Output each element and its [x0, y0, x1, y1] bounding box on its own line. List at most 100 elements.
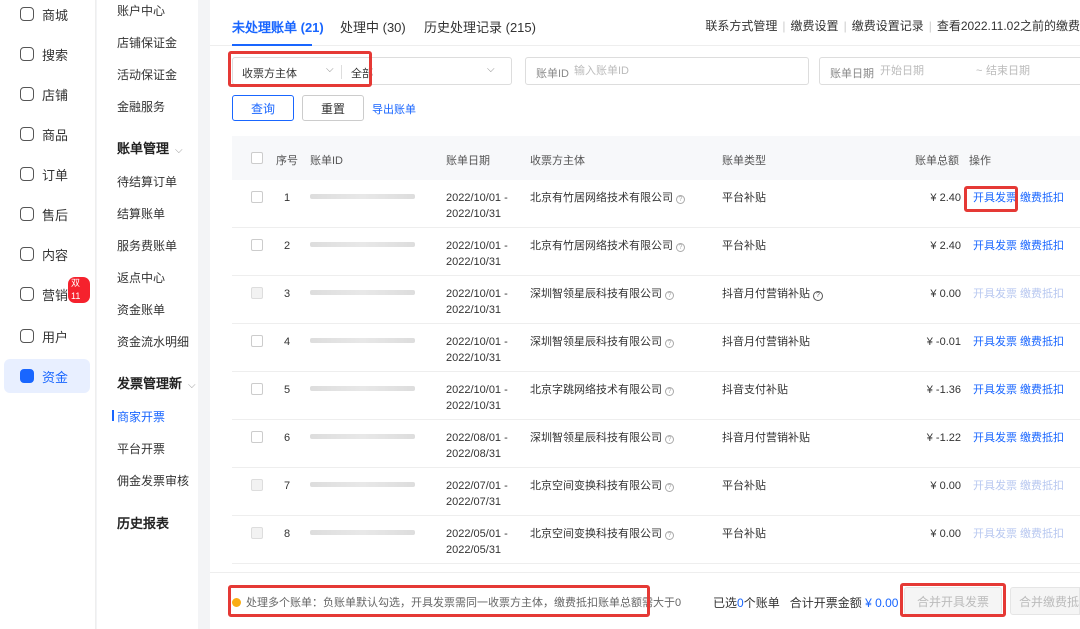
total-value: ¥ 0.00 — [865, 596, 899, 610]
payment-deduct-link[interactable]: 缴费抵扣 — [1020, 430, 1064, 446]
subnav-group-bills[interactable]: 账单管理 ⌵ — [117, 138, 183, 157]
row-payee: 深圳智领星辰科技有限公司? — [530, 430, 674, 446]
info-icon[interactable]: ? — [676, 195, 685, 204]
payment-deduct-link[interactable]: 缴费抵扣 — [1020, 238, 1064, 254]
payment-deduct-link[interactable]: 缴费抵扣 — [1020, 190, 1064, 206]
content-icon — [20, 247, 34, 261]
payment-deduct-link[interactable]: 缴费抵扣 — [1020, 478, 1064, 494]
subnav-invoice-item-2[interactable]: 佣金发票审核 — [117, 472, 189, 489]
bill-date-range[interactable]: 账单日期 ~ — [819, 57, 1080, 85]
nav-item-4[interactable]: 订单 — [4, 157, 90, 191]
store-icon — [20, 7, 34, 21]
tab-history[interactable]: 历史处理记录 (215) — [424, 17, 536, 36]
subnav-bill-item-2[interactable]: 服务费账单 — [117, 237, 177, 254]
row-checkbox[interactable] — [251, 431, 263, 443]
nav-item-3[interactable]: 商品 — [4, 117, 90, 151]
subnav-invoice-item-0[interactable]: 商家开票 — [111, 408, 165, 425]
query-button[interactable]: 查询 — [232, 95, 294, 121]
tab-processing[interactable]: 处理中 (30) — [340, 17, 406, 36]
chevron-down-icon: ⌵ — [188, 380, 196, 391]
issue-invoice-link[interactable]: 开具发票 — [973, 478, 1017, 494]
nav-item-6[interactable]: 内容 — [4, 237, 90, 271]
nav-item-label: 用户 — [42, 329, 69, 345]
issue-invoice-link[interactable]: 开具发票 — [973, 382, 1017, 398]
row-payee: 北京字跳网络技术有限公司? — [530, 382, 674, 398]
subnav-item-2[interactable]: 活动保证金 — [117, 66, 177, 83]
subnav-bill-item-3[interactable]: 返点中心 — [117, 269, 165, 286]
row-checkbox[interactable] — [251, 191, 263, 203]
link-contact-manage[interactable]: 联系方式管理 — [705, 19, 777, 33]
subnav-invoice-item-1[interactable]: 平台开票 — [117, 440, 165, 457]
nav-item-1[interactable]: 搜索 — [4, 37, 90, 71]
info-icon[interactable]: ? — [665, 339, 674, 348]
row-amount: ¥ 2.40 — [930, 192, 961, 204]
search-icon — [20, 47, 34, 61]
info-icon[interactable]: ? — [676, 243, 685, 252]
row-bill-date: 2022/10/01 - 2022/10/31 — [446, 336, 508, 364]
subnav-item-0[interactable]: 账户中心 — [117, 2, 165, 19]
subnav-bill-item-5[interactable]: 资金流水明细 — [117, 333, 189, 350]
nav-item-7[interactable]: 营销 双11 — [4, 277, 90, 311]
subnav-bill-item-0[interactable]: 待结算订单 — [117, 173, 177, 190]
subnav-group-history[interactable]: 历史报表 — [117, 513, 169, 532]
subnav-group-invoice[interactable]: 发票管理新 ⌵ — [117, 373, 196, 392]
product-icon — [20, 127, 34, 141]
funds-icon — [20, 369, 34, 383]
reset-button[interactable]: 重置 — [302, 95, 364, 121]
export-bills-link[interactable]: 导出账单 — [372, 101, 416, 117]
tab-unprocessed[interactable]: 未处理账单 (21) — [232, 17, 324, 36]
row-checkbox[interactable] — [251, 335, 263, 347]
payment-deduct-link[interactable]: 缴费抵扣 — [1020, 334, 1064, 350]
row-bill-date: 2022/05/01 - 2022/05/31 — [446, 528, 508, 556]
nav-item-label: 订单 — [42, 167, 69, 183]
row-bill-type: 平台补贴 — [722, 192, 766, 204]
total-label: 合计开票金额 — [789, 596, 862, 610]
row-index: 3 — [284, 288, 291, 300]
issue-invoice-link[interactable]: 开具发票 — [973, 334, 1017, 350]
table-row: 3 2022/10/01 - 2022/10/31 深圳智领星辰科技有限公司? 抖音月… — [232, 276, 1080, 324]
info-icon[interactable]: ? — [665, 435, 674, 444]
row-checkbox[interactable] — [251, 383, 263, 395]
link-payment-settings[interactable]: 缴费设置 — [791, 19, 839, 33]
bill-id-field[interactable]: 账单ID — [525, 57, 809, 85]
issue-invoice-link[interactable]: 开具发票 — [973, 430, 1017, 446]
row-index: 2 — [284, 240, 291, 252]
issue-invoice-link[interactable]: 开具发票 — [973, 526, 1017, 542]
nav-item-label: 营销 — [42, 287, 69, 303]
date-start-input[interactable] — [880, 62, 970, 80]
subnav-item-3[interactable]: 金融服务 — [117, 98, 165, 115]
payment-deduct-link[interactable]: 缴费抵扣 — [1020, 286, 1064, 302]
nav-item-2[interactable]: 店铺 — [4, 77, 90, 111]
select-all-checkbox[interactable] — [251, 152, 263, 164]
issue-invoice-link[interactable]: 开具发票 — [973, 286, 1017, 302]
row-bill-type: 抖音月付营销补贴 — [722, 336, 810, 348]
merge-deduct-button[interactable]: 合并缴费抵扣 — [1010, 587, 1080, 615]
nav-item-9[interactable]: 资金 — [4, 359, 90, 393]
nav-item-0[interactable]: 商城 — [4, 0, 90, 31]
row-amount: ¥ -1.22 — [926, 432, 961, 444]
col-actions: 操作 — [969, 155, 991, 167]
table-row: 4 2022/10/01 - 2022/10/31 深圳智领星辰科技有限公司? 抖音月… — [232, 324, 1080, 372]
info-icon[interactable]: ? — [665, 291, 674, 300]
bill-id-input[interactable] — [574, 62, 794, 80]
info-icon[interactable]: ? — [665, 387, 674, 396]
payment-deduct-link[interactable]: 缴费抵扣 — [1020, 526, 1064, 542]
tab-bar: 未处理账单 (21) 处理中 (30) 历史处理记录 (215) 联系方式管理 |… — [210, 0, 1080, 46]
issue-invoice-link[interactable]: 开具发票 — [973, 238, 1017, 254]
info-icon[interactable]: ? — [665, 483, 674, 492]
row-checkbox — [251, 287, 263, 299]
date-end-input[interactable] — [986, 62, 1076, 80]
marketing-icon — [20, 287, 34, 301]
subnav-item-1[interactable]: 店铺保证金 — [117, 34, 177, 51]
subnav-bill-item-4[interactable]: 资金账单 — [117, 301, 165, 318]
row-checkbox[interactable] — [251, 239, 263, 251]
row-index: 6 — [284, 432, 291, 444]
nav-item-5[interactable]: 售后 — [4, 197, 90, 231]
info-icon[interactable]: ? — [665, 531, 674, 540]
link-payment-settings-log[interactable]: 缴费设置记录 — [852, 19, 924, 33]
info-icon[interactable]: ? — [813, 291, 823, 301]
subnav-bill-item-1[interactable]: 结算账单 — [117, 205, 165, 222]
nav-item-8[interactable]: 用户 — [4, 319, 90, 353]
payment-deduct-link[interactable]: 缴费抵扣 — [1020, 382, 1064, 398]
link-view-old-payments[interactable]: 查看2022.11.02之前的缴费 — [937, 19, 1080, 33]
